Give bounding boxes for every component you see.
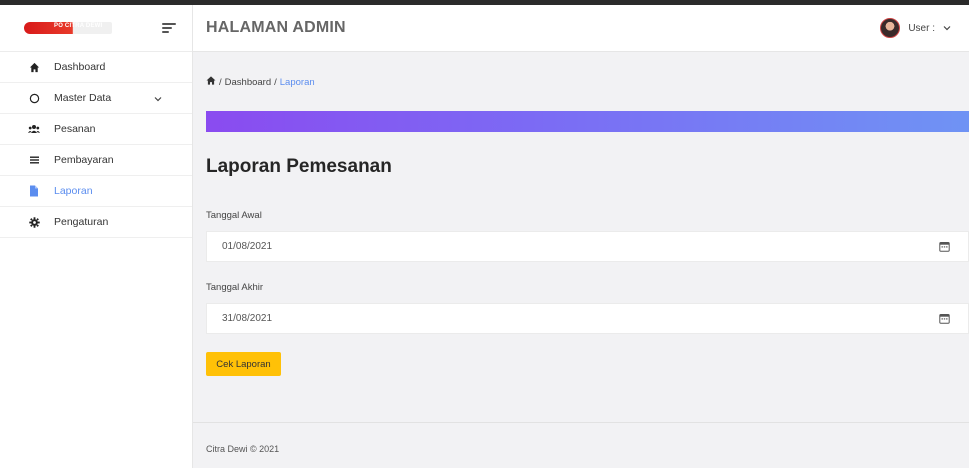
main-content: / Dashboard / Laporan Laporan Pemesanan …	[193, 52, 969, 422]
sidebar-item-label: Pembayaran	[54, 154, 114, 166]
user-menu[interactable]: User :	[880, 18, 951, 38]
footer-copyright: Citra Dewi © 2021	[206, 444, 280, 454]
sidebar-item-label: Laporan	[54, 185, 93, 197]
end-date-field[interactable]	[206, 303, 969, 334]
sidebar-nav: Dashboard Master Data Pesanan Pembayaran	[0, 52, 192, 238]
breadcrumb-separator: /	[274, 76, 277, 88]
page-title: Laporan Pemesanan	[206, 156, 392, 177]
calendar-icon[interactable]	[939, 313, 950, 324]
cek-laporan-button[interactable]: Cek Laporan	[206, 352, 281, 376]
sidebar-brand: PO CITRA DEWI	[0, 5, 192, 52]
users-icon	[28, 123, 40, 135]
menu-toggle-icon[interactable]	[162, 23, 176, 33]
list-icon	[28, 154, 40, 166]
breadcrumb-laporan: Laporan	[279, 76, 315, 88]
sidebar-item-pembayaran[interactable]: Pembayaran	[0, 145, 192, 176]
footer: Citra Dewi © 2021	[193, 422, 969, 468]
sidebar-item-laporan[interactable]: Laporan	[0, 176, 192, 207]
sidebar-item-label: Pesanan	[54, 123, 96, 135]
sidebar-item-master-data[interactable]: Master Data	[0, 83, 192, 114]
sidebar-item-pesanan[interactable]: Pesanan	[0, 114, 192, 145]
logo-text: PO CITRA DEWI	[54, 23, 103, 29]
circle-icon	[28, 92, 40, 104]
sidebar: PO CITRA DEWI Dashboard Master Data Pesa…	[0, 5, 193, 468]
top-header: HALAMAN ADMIN User :	[193, 5, 969, 52]
page-header-title: HALAMAN ADMIN	[206, 19, 346, 36]
breadcrumb-dashboard[interactable]: Dashboard	[225, 77, 271, 88]
sidebar-item-dashboard[interactable]: Dashboard	[0, 52, 192, 83]
brand-logo[interactable]: PO CITRA DEWI	[24, 22, 112, 34]
start-date-input[interactable]	[222, 241, 422, 252]
gear-icon	[28, 216, 40, 228]
user-label: User :	[908, 22, 935, 34]
start-date-label: Tanggal Awal	[206, 210, 262, 221]
sidebar-item-pengaturan[interactable]: Pengaturan	[0, 207, 192, 238]
start-date-field[interactable]	[206, 231, 969, 262]
end-date-label: Tanggal Akhir	[206, 282, 264, 293]
breadcrumb-separator: /	[219, 76, 222, 88]
end-date-input[interactable]	[222, 313, 422, 324]
calendar-icon[interactable]	[939, 241, 950, 252]
home-icon[interactable]	[206, 76, 216, 88]
breadcrumb: / Dashboard / Laporan	[206, 76, 315, 88]
chevron-down-icon	[154, 93, 162, 105]
file-icon	[28, 185, 40, 197]
home-icon	[28, 61, 40, 73]
logo-image: PO CITRA DEWI	[24, 22, 112, 34]
chevron-down-icon	[943, 23, 951, 34]
sidebar-item-label: Pengaturan	[54, 216, 109, 228]
gradient-banner	[206, 111, 969, 132]
sidebar-item-label: Dashboard	[54, 61, 106, 73]
sidebar-item-label: Master Data	[54, 92, 112, 104]
avatar	[880, 18, 901, 38]
